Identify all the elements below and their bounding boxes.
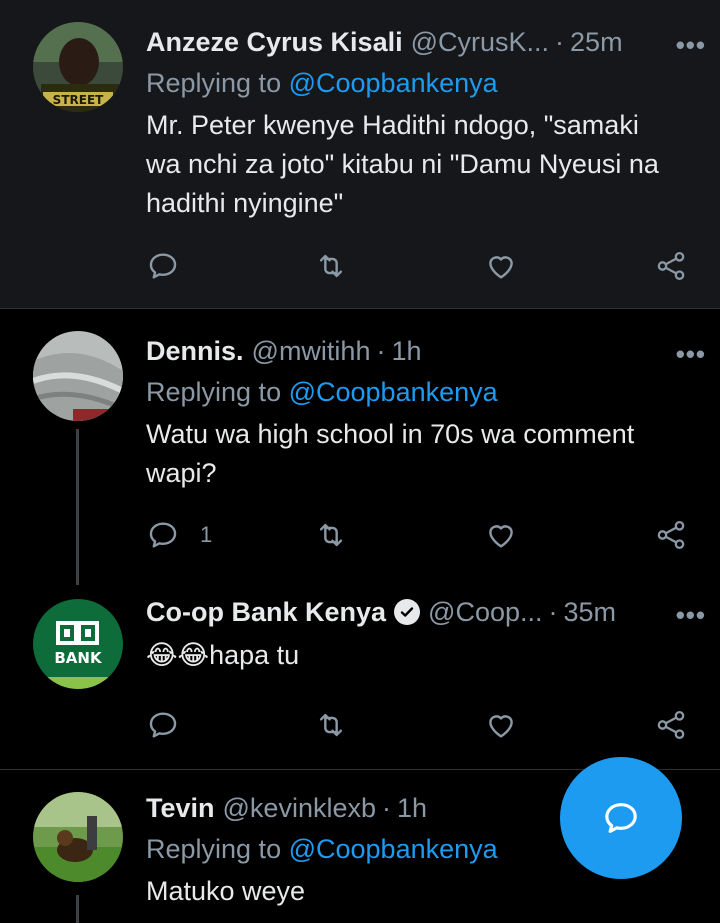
retweet-button[interactable] bbox=[314, 518, 348, 552]
mention-link[interactable]: @Coopbankenya bbox=[289, 377, 498, 407]
like-button[interactable] bbox=[484, 518, 518, 552]
reply-icon bbox=[149, 522, 177, 548]
verified-icon bbox=[394, 599, 421, 625]
more-icon[interactable]: ••• bbox=[676, 30, 706, 61]
tweet-actions bbox=[146, 708, 706, 744]
tweet-text: Watu wa high school in 70s wa comment wa… bbox=[146, 419, 635, 488]
author-handle[interactable]: @CyrusK... bbox=[411, 27, 549, 58]
tweet-actions bbox=[146, 249, 706, 285]
author-name[interactable]: Tevin bbox=[146, 793, 215, 824]
more-icon[interactable]: ••• bbox=[676, 600, 706, 631]
share-button[interactable] bbox=[654, 708, 688, 742]
author-handle[interactable]: @Coop... bbox=[428, 597, 542, 628]
retweet-button[interactable] bbox=[314, 708, 348, 742]
reply-icon bbox=[149, 712, 177, 738]
retweet-icon bbox=[319, 254, 343, 278]
avatar-tevin[interactable] bbox=[33, 792, 123, 882]
separator: · bbox=[555, 26, 565, 57]
avatar-anzeze[interactable]: STREET bbox=[33, 22, 123, 112]
author-handle[interactable]: @kevinklexb bbox=[223, 793, 376, 824]
mention-link[interactable]: @Coopbankenya bbox=[289, 68, 498, 98]
thread-line bbox=[76, 895, 79, 923]
reply-button[interactable]: 1 bbox=[146, 518, 212, 552]
reply-button[interactable] bbox=[146, 708, 180, 742]
share-button[interactable] bbox=[654, 249, 688, 283]
svg-text:STREET: STREET bbox=[53, 93, 104, 107]
separator: · bbox=[376, 335, 386, 366]
replying-to: Replying to @Coopbankenya bbox=[146, 68, 498, 98]
svg-text:BANK: BANK bbox=[54, 649, 103, 667]
retweet-button[interactable] bbox=[314, 249, 348, 283]
tweet-3[interactable]: BANK Co-op Bank Kenya @Coop... · 35m 😂😂h… bbox=[0, 580, 720, 770]
timestamp[interactable]: 1h bbox=[397, 793, 427, 824]
tweet-text: Mr. Peter kwenye Hadithi ndogo, "samaki … bbox=[146, 110, 659, 218]
tweet-actions: 1 bbox=[146, 518, 706, 554]
share-button[interactable] bbox=[654, 518, 688, 552]
separator: · bbox=[382, 792, 391, 823]
like-icon bbox=[489, 525, 513, 548]
share-icon bbox=[657, 520, 685, 550]
retweet-icon bbox=[319, 713, 343, 737]
compose-reply-button[interactable] bbox=[560, 757, 682, 879]
reply-button[interactable] bbox=[146, 249, 180, 283]
compose-reply-icon bbox=[605, 803, 637, 833]
share-icon bbox=[657, 710, 685, 740]
timestamp[interactable]: 1h bbox=[391, 336, 421, 367]
author-name[interactable]: Dennis. bbox=[146, 336, 244, 367]
timestamp[interactable]: 25m bbox=[570, 27, 623, 58]
author-name[interactable]: Anzeze Cyrus Kisali bbox=[146, 27, 403, 58]
replying-to: Replying to @Coopbankenya bbox=[146, 377, 498, 407]
like-icon bbox=[489, 715, 513, 738]
more-icon[interactable]: ••• bbox=[676, 339, 706, 370]
author-name[interactable]: Co-op Bank Kenya bbox=[146, 597, 386, 628]
timestamp[interactable]: 35m bbox=[564, 597, 617, 628]
like-button[interactable] bbox=[484, 708, 518, 742]
retweet-icon bbox=[319, 523, 343, 547]
tweet-2[interactable]: Dennis. @mwitihh · 1h Replying to @Coopb… bbox=[0, 309, 720, 585]
reply-count: 1 bbox=[200, 522, 213, 547]
tweet-1[interactable]: STREET Anzeze Cyrus Kisali @CyrusK... · … bbox=[0, 0, 720, 309]
tweet-text: 😂😂hapa tu bbox=[146, 640, 300, 670]
thread-line bbox=[76, 429, 79, 585]
avatar-dennis[interactable] bbox=[33, 331, 123, 421]
like-button[interactable] bbox=[484, 249, 518, 283]
separator: · bbox=[548, 596, 558, 627]
reply-icon bbox=[149, 253, 177, 279]
avatar-coopbank[interactable]: BANK bbox=[33, 599, 123, 689]
share-icon bbox=[657, 251, 685, 281]
author-handle[interactable]: @mwitihh bbox=[252, 336, 371, 367]
mention-link[interactable]: @Coopbankenya bbox=[289, 834, 498, 864]
like-icon bbox=[489, 256, 513, 279]
